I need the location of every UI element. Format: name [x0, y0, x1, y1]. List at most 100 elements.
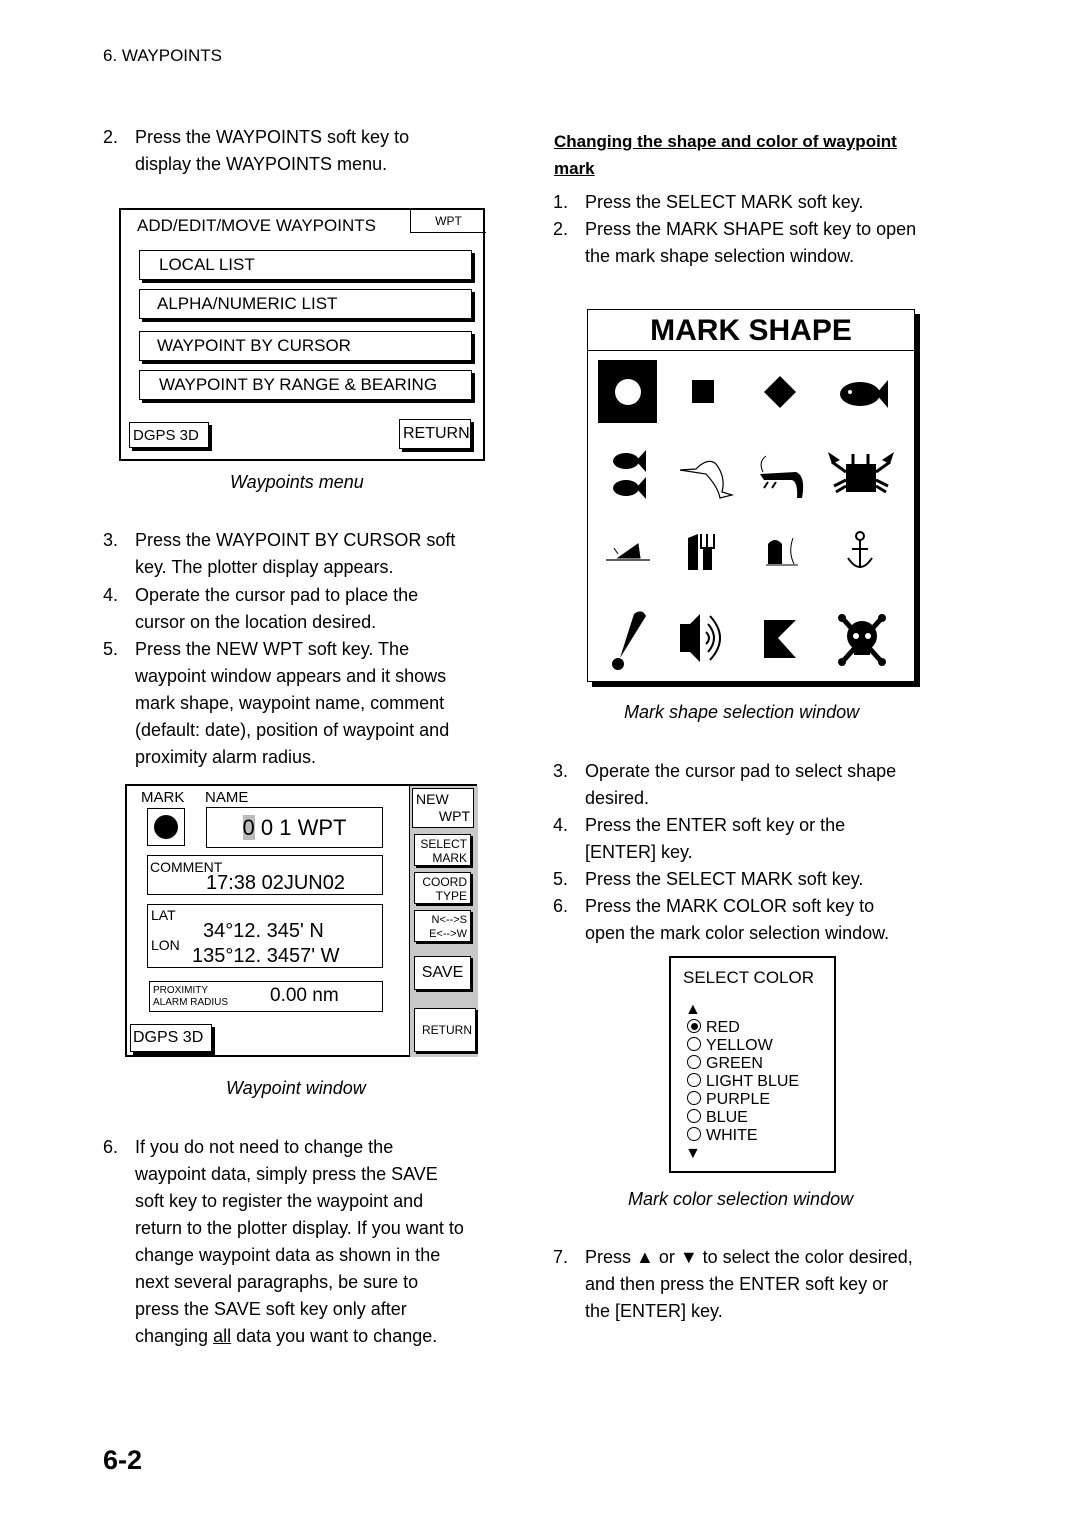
marlin-icon[interactable]	[679, 460, 735, 499]
anchor-icon[interactable]	[847, 531, 873, 568]
mark-label: MARK	[141, 789, 185, 806]
waypoint-window-caption: Waypoint window	[226, 1078, 366, 1098]
softkey-label: NEW	[416, 791, 449, 807]
step-line: Press the SELECT MARK soft key.	[585, 192, 864, 212]
color-option[interactable]: RED	[687, 1019, 740, 1037]
exclamation-icon[interactable]	[612, 611, 646, 670]
step-r7: 7. Press ▲ or ▼ to select the color desir…	[553, 1244, 973, 1334]
text: data you want to change.	[231, 1326, 438, 1346]
step-line: desired.	[585, 788, 650, 808]
flag-icon[interactable]	[764, 620, 796, 658]
step-3: 3. Press the WAYPOINT BY CURSOR soft key.…	[103, 527, 523, 587]
select-color-window: SELECT COLOR ▲ ▼ RED YELLOW GREEN LIGHT BLU…	[669, 956, 836, 1173]
new-wpt-softkey[interactable]: NEW WPT	[412, 788, 474, 828]
color-option[interactable]: PURPLE	[687, 1091, 770, 1109]
skull-crossbones-icon[interactable]	[838, 614, 886, 666]
step-r5: 5. Press the SELECT MARK soft key.	[553, 866, 973, 896]
prox-label: PROXIMITY	[153, 985, 209, 996]
softkey-label: SELECT	[420, 837, 467, 851]
waypoint-by-range-bearing-button[interactable]: WAYPOINT BY RANGE & BEARING	[139, 370, 472, 400]
color-label: BLUE	[706, 1109, 748, 1126]
two-fish-icon[interactable]	[613, 450, 646, 499]
radio-icon[interactable]	[687, 1109, 701, 1123]
diamond-icon[interactable]	[764, 376, 796, 408]
save-softkey[interactable]: SAVE	[414, 956, 471, 990]
name-cursor: 0	[242, 815, 255, 840]
softkey-label: E<-->W	[429, 928, 467, 940]
page-number: 6-2	[103, 1445, 143, 1475]
mark-shape-caption: Mark shape selection window	[624, 702, 860, 722]
local-list-button[interactable]: LOCAL LIST	[139, 250, 472, 280]
section-heading: Changing the shape and color of waypoint…	[554, 128, 897, 182]
crab-icon[interactable]	[828, 452, 894, 494]
wreck-icon[interactable]	[606, 543, 650, 561]
comment-value: 17:38 02JUN02	[206, 872, 345, 894]
heading-line: mark	[554, 159, 595, 178]
name-label: NAME	[205, 789, 249, 806]
radio-icon[interactable]	[687, 1055, 701, 1069]
color-option[interactable]: WHITE	[687, 1127, 758, 1145]
return-button[interactable]: RETURN	[399, 419, 471, 449]
lat-value: 34°12. 345' N	[203, 920, 324, 942]
step-number: 3.	[103, 530, 119, 550]
softkey-label: WPT	[438, 808, 470, 824]
color-label: PURPLE	[706, 1091, 771, 1108]
mark-shape-window: MARK SHAPE	[587, 309, 915, 682]
step-line: Press the MARK COLOR soft key to	[585, 896, 875, 916]
mark-shape-field[interactable]	[147, 808, 185, 846]
ns-ew-softkey[interactable]: N<-->S E<-->W	[414, 910, 471, 942]
coord-type-softkey[interactable]: COORD TYPE	[414, 872, 471, 904]
radio-icon[interactable]	[687, 1091, 701, 1105]
color-option[interactable]: GREEN	[687, 1055, 763, 1073]
position-field[interactable]: LAT LON 34°12. 345' N 135°12. 3457' W	[147, 904, 383, 968]
radio-selected-icon[interactable]	[687, 1019, 701, 1033]
step-line: return to the plotter display. If you wa…	[135, 1218, 464, 1238]
color-label: RED	[706, 1019, 740, 1036]
step-number: 2.	[103, 127, 119, 147]
step-line: the mark shape selection window.	[585, 246, 855, 266]
restaurant-icon[interactable]	[688, 534, 715, 570]
radio-icon[interactable]	[687, 1037, 701, 1051]
lon-label: LON	[151, 937, 180, 953]
step-line: cursor on the location desired.	[135, 612, 377, 632]
radio-icon[interactable]	[687, 1073, 701, 1087]
step-4: 4. Operate the cursor pad to place the cu…	[103, 582, 523, 642]
down-arrow-icon[interactable]: ▼	[685, 1145, 701, 1163]
fish-icon[interactable]	[840, 380, 888, 408]
step-number: 7.	[553, 1247, 569, 1267]
step-line: proximity alarm radius.	[135, 747, 317, 767]
select-mark-softkey[interactable]: SELECT MARK	[414, 834, 471, 866]
waypoint-by-cursor-button[interactable]: WAYPOINT BY CURSOR	[139, 331, 472, 361]
tombstone-icon[interactable]	[766, 537, 798, 566]
color-label: GREEN	[706, 1055, 763, 1072]
step-6: 6. If you do not need to change the wayp…	[103, 1134, 523, 1354]
alpha-numeric-list-button[interactable]: ALPHA/NUMERIC LIST	[139, 289, 472, 319]
step-r2: 2. Press the MARK SHAPE soft key to open t…	[553, 216, 973, 276]
menu-title: ADD/EDIT/MOVE WAYPOINTS	[137, 216, 376, 235]
prox-label: ALARM RADIUS	[153, 997, 229, 1008]
shrimp-icon[interactable]	[760, 455, 804, 498]
step-number: 6.	[553, 896, 569, 916]
step-number: 3.	[553, 761, 569, 781]
color-option[interactable]: LIGHT BLUE	[687, 1073, 799, 1091]
square-icon[interactable]	[692, 380, 714, 403]
softkey-label: COORD	[422, 875, 467, 889]
return-softkey[interactable]: RETURN	[414, 1008, 476, 1052]
select-color-caption: Mark color selection window	[628, 1189, 854, 1209]
comment-field[interactable]: COMMENT 17:38 02JUN02	[147, 855, 383, 895]
proximity-value: 0.00 nm	[270, 985, 339, 1006]
proximity-field[interactable]: PROXIMITY ALARM RADIUS 0.00 nm	[149, 981, 383, 1012]
speaker-icon[interactable]	[680, 614, 721, 662]
heading-line: Changing the shape and color of waypoint	[554, 132, 897, 151]
step-line: key. The plotter display appears.	[135, 557, 394, 577]
radio-icon[interactable]	[687, 1127, 701, 1141]
color-option[interactable]: YELLOW	[687, 1037, 773, 1055]
wpt-tab[interactable]: WPT	[410, 210, 486, 233]
circle-icon[interactable]	[598, 360, 657, 423]
name-field[interactable]: 0 0 1 WPT	[206, 807, 383, 848]
up-arrow-icon[interactable]: ▲	[685, 1001, 701, 1019]
lon-value: 135°12. 3457' W	[192, 945, 340, 967]
color-option[interactable]: BLUE	[687, 1109, 748, 1127]
step-line: Operate the cursor pad to place the	[135, 585, 419, 605]
step-line: the [ENTER] key.	[585, 1301, 723, 1321]
